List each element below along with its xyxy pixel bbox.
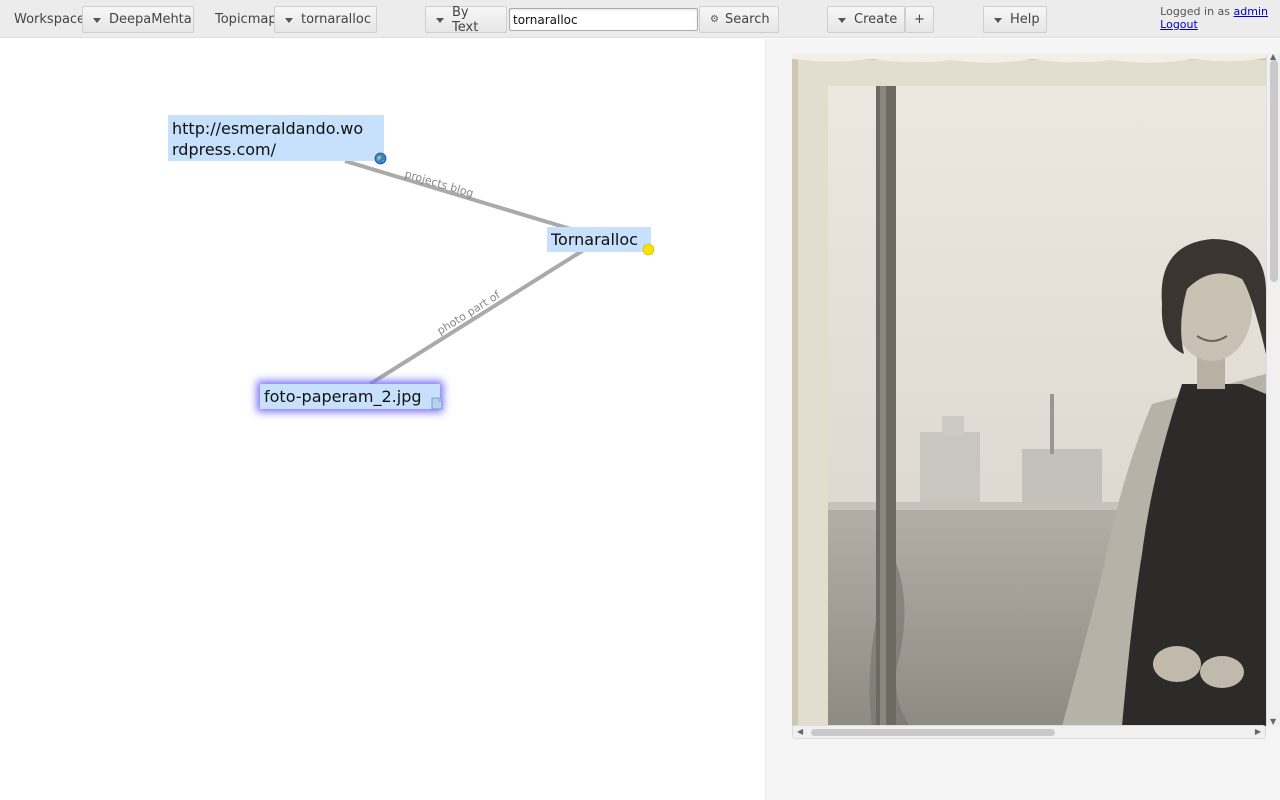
logout-link[interactable]: Logout [1160, 18, 1198, 31]
topicmap-label: Topicmap [215, 12, 277, 27]
topic-label: foto-paperam_2.jpg [264, 387, 422, 406]
topic-label: http://esmeraldando.wo rdpress.com/ [172, 119, 364, 159]
chevron-down-icon [838, 17, 846, 23]
workspace-select-value: DeepaMehta [109, 12, 192, 27]
chevron-down-icon [436, 17, 444, 23]
workspace-label: Workspace [14, 12, 86, 27]
login-prefix: Logged in as [1160, 5, 1231, 18]
yellow-dot-icon [642, 243, 655, 256]
toolbar: Workspace DeepaMehta Topicmap tornarallo… [0, 0, 1280, 38]
search-mode-value: By Text [452, 4, 479, 35]
association-line-photo-part-of[interactable] [368, 244, 592, 386]
horizontal-scrollbar[interactable]: ◀ ▶ [792, 725, 1266, 739]
detail-panel: ▲ ▼ ◀ ▶ [765, 39, 1280, 800]
create-menu-button[interactable]: Create [827, 6, 905, 33]
topicmap-canvas[interactable]: projects blog photo part of http://esmer… [0, 39, 765, 800]
photo-image [792, 54, 1266, 726]
topic-label: Tornaralloc [551, 230, 638, 249]
chevron-down-icon [93, 17, 101, 23]
create-button-label: Create [854, 12, 898, 27]
user-link[interactable]: admin [1234, 5, 1268, 18]
plus-icon: + [914, 12, 925, 27]
topic-url[interactable]: http://esmeraldando.wo rdpress.com/ [168, 115, 384, 161]
scroll-right-icon[interactable]: ▶ [1255, 727, 1261, 736]
gear-icon: ⚙ [710, 14, 719, 25]
vertical-scroll-thumb[interactable] [1270, 60, 1278, 282]
topicmap-select[interactable]: tornaralloc [274, 6, 377, 33]
chevron-down-icon [285, 17, 293, 23]
help-button-label: Help [1010, 12, 1040, 27]
chevron-down-icon [994, 17, 1002, 23]
scroll-down-icon[interactable]: ▼ [1270, 717, 1276, 726]
photo-viewport [792, 54, 1266, 726]
vertical-scrollbar[interactable]: ▲ ▼ [1266, 52, 1280, 726]
globe-icon [374, 152, 387, 165]
topic-photo[interactable]: foto-paperam_2.jpg [260, 384, 440, 409]
search-button[interactable]: ⚙ Search [699, 6, 779, 33]
add-button[interactable]: + [905, 6, 934, 33]
file-icon [431, 397, 443, 410]
help-menu-button[interactable]: Help [983, 6, 1047, 33]
topicmap-select-value: tornaralloc [301, 12, 372, 27]
login-status: Logged in as admin Logout [1160, 5, 1268, 31]
association-label: photo part of [435, 288, 504, 338]
horizontal-scroll-thumb[interactable] [811, 729, 1055, 736]
topic-tornaralloc[interactable]: Tornaralloc [547, 227, 651, 252]
scroll-left-icon[interactable]: ◀ [797, 727, 803, 736]
workspace-select[interactable]: DeepaMehta [82, 6, 194, 33]
search-button-label: Search [724, 12, 770, 27]
search-input[interactable] [509, 8, 698, 31]
search-mode-select[interactable]: By Text [425, 4, 507, 35]
